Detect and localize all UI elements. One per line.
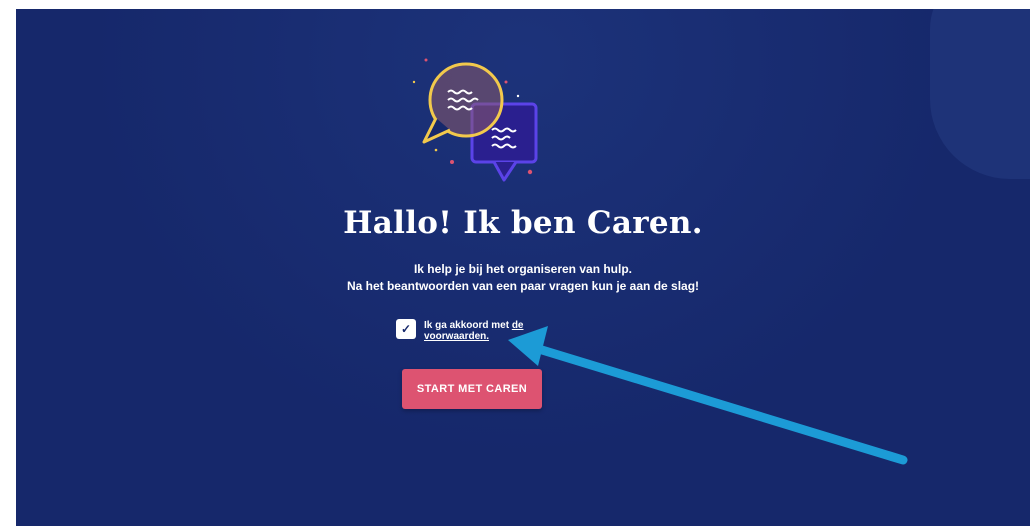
start-button[interactable]: START MET CAREN — [402, 369, 542, 409]
terms-consent: ✓ Ik ga akkoord met de voorwaarden. — [396, 319, 564, 342]
terms-label-text: Ik ga akkoord met — [424, 320, 512, 331]
subtitle-line-2: Na het beantwoorden van een paar vragen … — [346, 279, 700, 293]
page-title: Hallo! Ik ben Caren. — [343, 205, 703, 241]
chat-bubbles-icon — [412, 58, 538, 182]
subtitle-line-1: Ik help je bij het organiseren van hulp. — [413, 262, 633, 276]
checkmark-icon: ✓ — [400, 322, 412, 336]
caren-welcome-screen: Hallo! Ik ben Caren. Ik help je bij het … — [16, 9, 1030, 526]
terms-label: Ik ga akkoord met de voorwaarden. — [424, 320, 564, 342]
terms-checkbox[interactable]: ✓ — [396, 319, 416, 339]
corner-decoration — [930, 9, 1030, 179]
